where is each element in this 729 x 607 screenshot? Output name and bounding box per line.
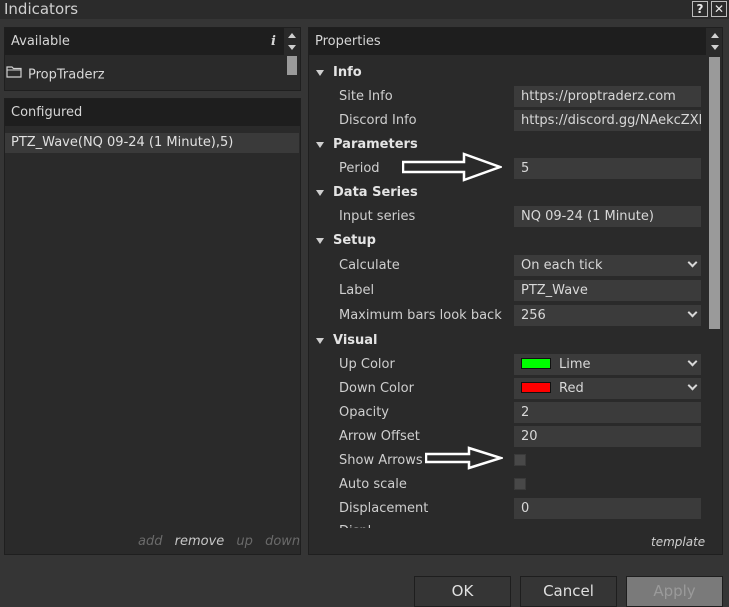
configured-header: Configured xyxy=(5,99,300,126)
show-arrows-label: Show Arrows xyxy=(339,453,423,468)
color-swatch-icon xyxy=(521,382,551,393)
folder-item-proptraderz[interactable]: PropTraderz xyxy=(6,64,105,86)
scroll-thumb[interactable] xyxy=(709,57,720,329)
period-label: Period xyxy=(339,161,380,176)
max-bars-label: Maximum bars look back xyxy=(339,308,502,323)
max-bars-select[interactable]: 256 xyxy=(514,305,701,326)
cancel-button[interactable]: Cancel xyxy=(520,576,617,607)
opacity-field[interactable]: 2 xyxy=(514,402,701,423)
available-header-label: Available xyxy=(11,34,70,49)
scroll-thumb[interactable] xyxy=(287,56,297,75)
remove-link[interactable]: remove xyxy=(175,534,225,549)
site-info-label: Site Info xyxy=(339,89,393,104)
arrow-offset-field[interactable]: 20 xyxy=(514,426,701,447)
help-button[interactable]: ? xyxy=(692,1,708,17)
displacement-field[interactable]: 0 xyxy=(514,498,701,519)
discord-info-label: Discord Info xyxy=(339,113,417,128)
window-title: Indicators xyxy=(4,0,79,18)
down-color-select[interactable]: Red xyxy=(514,378,701,399)
configured-panel xyxy=(4,98,301,555)
opacity-label: Opacity xyxy=(339,405,390,420)
close-button[interactable]: ✕ xyxy=(711,1,727,17)
category-parameters[interactable]: Parameters xyxy=(316,137,418,152)
category-visual[interactable]: Visual xyxy=(316,333,378,348)
scroll-down-icon[interactable] xyxy=(288,45,296,50)
site-info-field[interactable]: https://proptraderz.com xyxy=(514,86,701,107)
category-setup[interactable]: Setup xyxy=(316,233,376,248)
down-link[interactable]: down xyxy=(265,534,300,549)
down-color-label: Down Color xyxy=(339,381,414,396)
chevron-down-icon xyxy=(687,307,698,318)
folder-icon xyxy=(6,64,22,86)
apply-button[interactable]: Apply xyxy=(626,576,723,607)
arrow-annotation-icon xyxy=(402,152,502,182)
chevron-down-icon xyxy=(687,257,698,268)
label-label: Label xyxy=(339,283,375,298)
displacement-label: Displacement xyxy=(339,501,429,516)
folder-label: PropTraderz xyxy=(28,67,105,83)
auto-scale-checkbox[interactable] xyxy=(514,478,526,490)
up-link[interactable]: up xyxy=(236,534,253,549)
collapse-icon xyxy=(316,141,324,148)
scroll-up-icon[interactable] xyxy=(711,33,719,38)
input-series-label: Input series xyxy=(339,209,416,224)
info-icon[interactable]: i xyxy=(271,28,276,55)
properties-header: Properties xyxy=(309,28,706,55)
ok-button[interactable]: OK xyxy=(414,576,511,607)
scroll-up-icon[interactable] xyxy=(288,33,296,38)
input-series-field[interactable]: NQ 09-24 (1 Minute) xyxy=(514,206,701,227)
chevron-down-icon xyxy=(687,356,698,367)
configured-actions: add remove up down xyxy=(138,534,308,549)
chevron-down-icon xyxy=(687,380,698,391)
discord-info-field[interactable]: https://discord.gg/NAekcZXb xyxy=(514,110,701,131)
title-bar: Indicators ? ✕ xyxy=(0,0,729,19)
up-color-select[interactable]: Lime xyxy=(514,354,701,375)
template-link[interactable]: template xyxy=(651,535,705,549)
arrow-annotation-icon xyxy=(425,446,503,470)
scroll-down-icon[interactable] xyxy=(711,45,719,50)
color-swatch-icon xyxy=(521,358,551,369)
show-arrows-checkbox[interactable] xyxy=(514,454,526,466)
category-info[interactable]: Info xyxy=(316,65,362,80)
auto-scale-label: Auto scale xyxy=(339,477,407,492)
category-data-series[interactable]: Data Series xyxy=(316,185,418,200)
collapse-icon xyxy=(316,189,324,196)
available-header: Available i xyxy=(5,28,284,55)
available-scrollbar[interactable] xyxy=(285,28,299,90)
add-link[interactable]: add xyxy=(138,534,162,549)
collapse-icon xyxy=(316,237,324,244)
calculate-select[interactable]: On each tick xyxy=(514,255,701,276)
collapse-icon xyxy=(316,69,324,76)
arrow-offset-label: Arrow Offset xyxy=(339,429,420,444)
partial-row-label: Displ... xyxy=(339,524,384,528)
collapse-icon xyxy=(316,337,324,344)
configured-item-ptz-wave[interactable]: PTZ_Wave(NQ 09-24 (1 Minute),5) xyxy=(5,133,299,153)
calculate-label: Calculate xyxy=(339,258,400,273)
up-color-label: Up Color xyxy=(339,357,395,372)
properties-scrollbar[interactable] xyxy=(707,28,722,528)
label-field[interactable]: PTZ_Wave xyxy=(514,280,701,301)
period-field[interactable]: 5 xyxy=(514,158,701,179)
